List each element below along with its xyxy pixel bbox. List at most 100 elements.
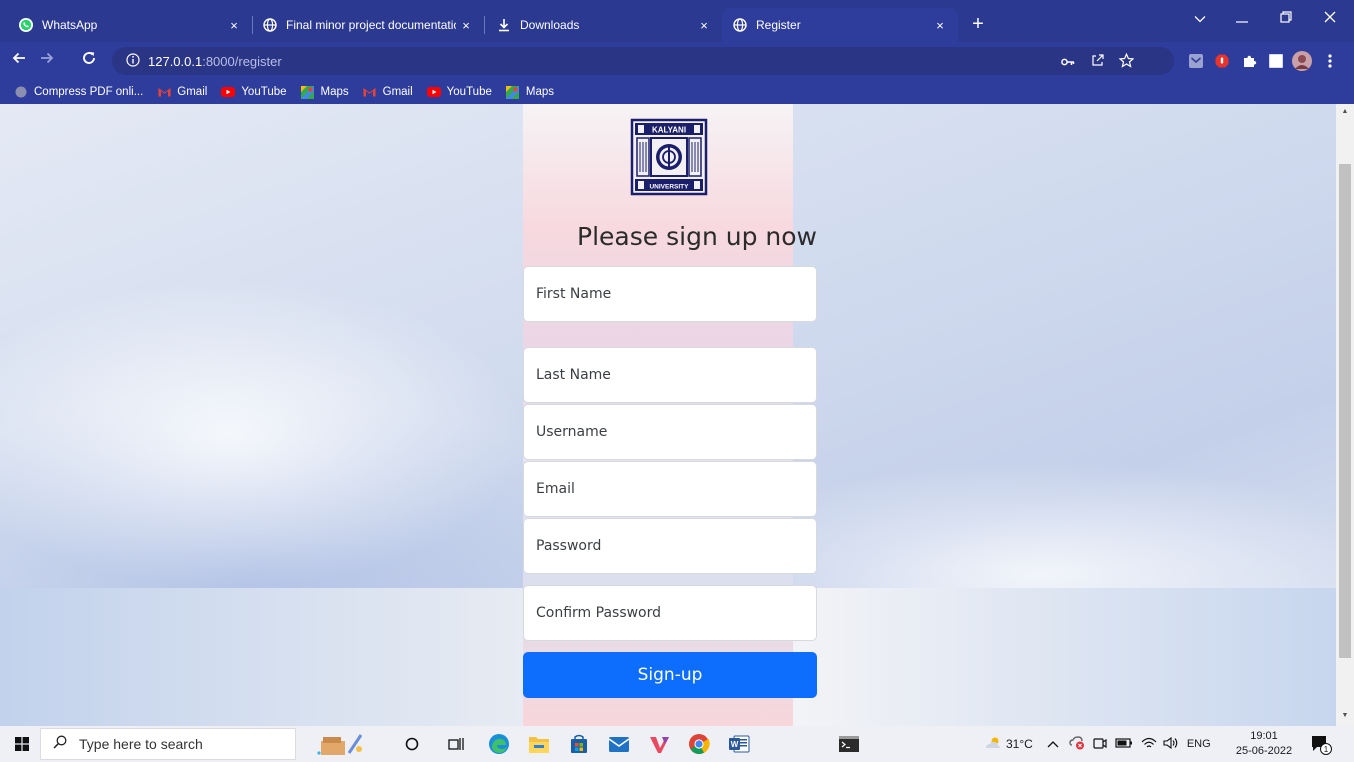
- close-window-button[interactable]: [1310, 0, 1350, 36]
- tab-close-button[interactable]: ×: [930, 18, 950, 33]
- page-viewport: KALYANI UNIVERSITY Please sign up now Fi…: [0, 104, 1336, 726]
- back-button[interactable]: [6, 48, 32, 74]
- search-highlight-icon[interactable]: [314, 730, 368, 758]
- scroll-up-icon[interactable]: ▲: [1336, 108, 1354, 115]
- wifi-icon[interactable]: [1141, 737, 1157, 752]
- bookmark-compress-pdf[interactable]: Compress PDF onli...: [14, 86, 143, 98]
- language-indicator[interactable]: ENG: [1187, 738, 1211, 750]
- bookmarks-bar: Compress PDF onli... Gmail YouTube Maps …: [0, 80, 1354, 104]
- bookmark-gmail[interactable]: Gmail: [157, 86, 207, 98]
- tab-title: WhatsApp: [42, 18, 98, 32]
- bookmark-maps[interactable]: Maps: [506, 85, 554, 99]
- terminal-icon[interactable]: [834, 730, 864, 758]
- gmail-icon: [157, 86, 171, 98]
- address-bar[interactable]: 127.0.0.1:8000/register: [112, 47, 1174, 75]
- bookmark-label: Gmail: [382, 86, 413, 98]
- scroll-down-icon[interactable]: ▼: [1336, 712, 1354, 719]
- weather-temperature[interactable]: 31°C: [1006, 737, 1033, 751]
- whatsapp-icon: [18, 17, 34, 33]
- browser-menu-icon[interactable]: [1320, 51, 1340, 71]
- clock-time: 19:01: [1250, 730, 1278, 742]
- password-field[interactable]: Password: [523, 518, 817, 574]
- url-path: :8000/register: [202, 53, 282, 69]
- battery-icon[interactable]: [1115, 737, 1133, 751]
- tab-downloads[interactable]: Downloads ×: [486, 8, 722, 42]
- new-tab-button[interactable]: +: [964, 10, 992, 38]
- bookmark-label: YouTube: [241, 86, 287, 98]
- bookmark-youtube[interactable]: YouTube: [221, 86, 287, 98]
- svg-text:W: W: [731, 740, 739, 749]
- arrow-left-icon: [12, 52, 25, 64]
- windows-start-icon[interactable]: [10, 730, 34, 758]
- sync-error-icon[interactable]: [1069, 735, 1085, 753]
- bookmark-maps[interactable]: Maps: [301, 85, 349, 99]
- arrow-right-icon: [41, 52, 54, 64]
- tab-divider: [484, 16, 485, 34]
- task-view-icon[interactable]: [442, 730, 470, 758]
- mail-icon[interactable]: [604, 730, 634, 758]
- share-icon[interactable]: [1088, 53, 1108, 73]
- profile-avatar[interactable]: [1292, 51, 1312, 71]
- system-clock[interactable]: 19:01 25-06-2022: [1232, 729, 1296, 759]
- word-icon[interactable]: W: [724, 730, 754, 758]
- taskbar-search-placeholder: Type here to search: [79, 736, 203, 752]
- youtube-icon: [221, 86, 236, 98]
- restore-button[interactable]: [1266, 0, 1306, 36]
- bookmark-gmail[interactable]: Gmail: [363, 86, 413, 98]
- vertical-scrollbar[interactable]: ▲ ▼: [1336, 104, 1354, 726]
- kalyani-university-logo: KALYANI UNIVERSITY: [630, 118, 708, 196]
- key-icon[interactable]: [1058, 53, 1078, 73]
- tab-search-button[interactable]: [1180, 0, 1220, 36]
- extension-adblock-icon[interactable]: [1212, 51, 1232, 71]
- bookmark-youtube[interactable]: YouTube: [426, 86, 492, 98]
- taskbar-search-box[interactable]: Type here to search: [40, 728, 296, 760]
- tab-register[interactable]: Register ×: [722, 8, 958, 42]
- windows-taskbar: Type here to search W 31°C ENG 19:01 25-…: [0, 726, 1354, 762]
- vs-code-icon[interactable]: [644, 730, 674, 758]
- system-tray: 31°C ENG: [984, 726, 1211, 762]
- compress-pdf-icon: [14, 86, 28, 98]
- bookmark-star-icon[interactable]: [1116, 52, 1136, 73]
- username-field[interactable]: Username: [523, 404, 817, 460]
- weather-icon[interactable]: [984, 736, 1002, 753]
- minimize-button[interactable]: [1222, 0, 1262, 36]
- reload-button[interactable]: [76, 48, 102, 74]
- side-panel-icon[interactable]: [1266, 51, 1286, 71]
- tab-title: Downloads: [520, 18, 580, 32]
- forward-button[interactable]: [34, 48, 60, 74]
- chevron-up-icon[interactable]: [1047, 737, 1059, 751]
- download-icon: [496, 17, 512, 33]
- email-field[interactable]: Email: [523, 461, 817, 517]
- bookmark-label: Maps: [525, 86, 554, 98]
- microsoft-store-icon[interactable]: [564, 730, 594, 758]
- extension-mail-icon[interactable]: [1186, 51, 1206, 71]
- globe-icon: [732, 17, 748, 33]
- youtube-icon: [426, 86, 441, 98]
- cortana-icon[interactable]: [400, 730, 424, 758]
- volume-icon[interactable]: [1163, 736, 1179, 752]
- bookmark-label: Maps: [320, 86, 349, 98]
- tab-final-minor-project[interactable]: Final minor project documentatio ×: [252, 8, 484, 42]
- minimize-icon: [1236, 21, 1248, 23]
- tab-close-button[interactable]: ×: [694, 18, 714, 33]
- notifications-button[interactable]: 1: [1306, 730, 1336, 758]
- sign-up-button[interactable]: Sign-up: [523, 652, 817, 698]
- extensions-puzzle-icon[interactable]: [1240, 51, 1260, 71]
- tab-close-button[interactable]: ×: [456, 18, 476, 33]
- browser-tab-strip: WhatsApp × Final minor project documenta…: [0, 0, 1354, 42]
- chevron-down-icon: [1194, 16, 1206, 23]
- file-explorer-icon[interactable]: [524, 730, 554, 758]
- chrome-icon[interactable]: [684, 730, 714, 758]
- gmail-icon: [363, 86, 377, 98]
- edge-icon[interactable]: [484, 730, 514, 758]
- scrollbar-thumb[interactable]: [1339, 164, 1351, 658]
- notification-icon: 1: [1312, 736, 1332, 755]
- site-info-icon[interactable]: [126, 52, 140, 70]
- tab-whatsapp[interactable]: WhatsApp ×: [8, 8, 252, 42]
- last-name-field[interactable]: Last Name: [523, 347, 817, 403]
- meet-now-icon[interactable]: [1093, 736, 1107, 753]
- tab-close-button[interactable]: ×: [224, 18, 244, 33]
- first-name-field[interactable]: First Name: [523, 266, 817, 322]
- notification-count: 1: [1324, 745, 1329, 754]
- confirm-password-field[interactable]: Confirm Password: [523, 585, 817, 641]
